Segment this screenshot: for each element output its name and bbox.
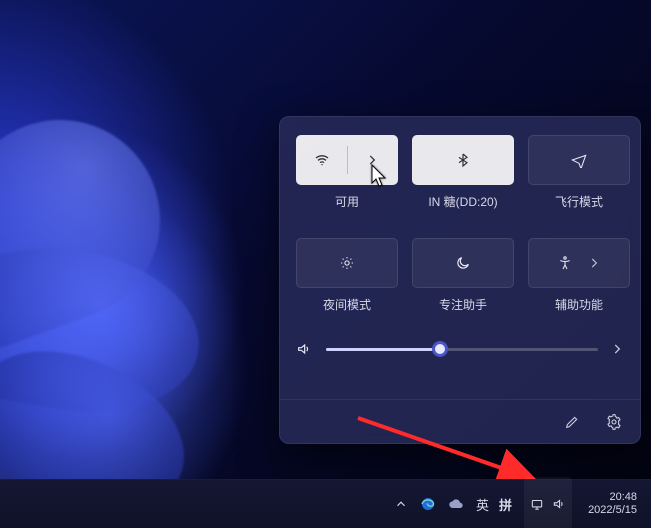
quick-settings-footer — [280, 399, 640, 443]
airplane-mode-label: 飞行模式 — [555, 193, 603, 210]
edge-icon[interactable] — [420, 480, 436, 528]
cloud-icon — [448, 496, 464, 512]
night-light-tile[interactable] — [296, 238, 398, 288]
network-volume-tray[interactable] — [524, 477, 572, 528]
chevron-up-icon — [394, 497, 408, 511]
pencil-icon — [564, 414, 580, 430]
accessibility-label: 辅助功能 — [555, 296, 603, 313]
ime-indicator[interactable]: 英 拼 — [476, 480, 512, 528]
chevron-right-icon — [365, 153, 379, 167]
quick-settings-panel: 可用 IN 糖(DD:20) 飞行模式 夜间模式 — [279, 116, 641, 444]
gear-icon — [606, 414, 622, 430]
clock-time: 20:48 — [609, 491, 637, 504]
airplane-icon — [571, 152, 587, 168]
volume-slider[interactable] — [326, 339, 598, 359]
ime-mode: 拼 — [499, 495, 512, 514]
wifi-tile[interactable] — [296, 135, 398, 185]
moon-icon — [455, 255, 471, 271]
volume-row — [296, 339, 624, 359]
speaker-icon — [552, 497, 566, 511]
wifi-label: 可用 — [335, 193, 359, 210]
chevron-right-icon — [587, 256, 601, 270]
bluetooth-label: IN 糖(DD:20) — [428, 193, 497, 210]
browser-icon — [420, 496, 436, 512]
night-light-label: 夜间模式 — [323, 296, 371, 313]
quick-settings-tile-grid: 可用 IN 糖(DD:20) 飞行模式 夜间模式 — [296, 135, 624, 313]
onedrive-icon[interactable] — [448, 480, 464, 528]
speaker-icon[interactable] — [296, 341, 314, 357]
wifi-icon — [314, 152, 330, 168]
airplane-mode-tile[interactable] — [528, 135, 630, 185]
volume-slider-fill — [326, 348, 440, 351]
taskbar: 英 拼 20:48 2022/5/15 — [0, 479, 651, 528]
brightness-icon — [339, 255, 355, 271]
bluetooth-icon — [455, 152, 471, 168]
wifi-toggle[interactable] — [297, 136, 347, 184]
open-settings-button[interactable] — [602, 410, 626, 434]
taskbar-clock[interactable]: 20:48 2022/5/15 — [584, 480, 641, 528]
ime-lang: 英 — [476, 495, 489, 514]
focus-assist-tile[interactable] — [412, 238, 514, 288]
focus-assist-label: 专注助手 — [439, 296, 487, 313]
network-icon — [530, 497, 544, 511]
volume-output-expand[interactable] — [610, 342, 624, 356]
wifi-expand[interactable] — [348, 136, 398, 184]
edit-quick-settings-button[interactable] — [560, 410, 584, 434]
tray-overflow-button[interactable] — [394, 480, 408, 528]
bluetooth-tile[interactable] — [412, 135, 514, 185]
accessibility-tile[interactable] — [528, 238, 630, 288]
volume-slider-thumb[interactable] — [432, 341, 448, 357]
clock-date: 2022/5/15 — [588, 504, 637, 517]
system-tray: 英 拼 20:48 2022/5/15 — [384, 477, 651, 528]
accessibility-icon — [557, 255, 573, 271]
